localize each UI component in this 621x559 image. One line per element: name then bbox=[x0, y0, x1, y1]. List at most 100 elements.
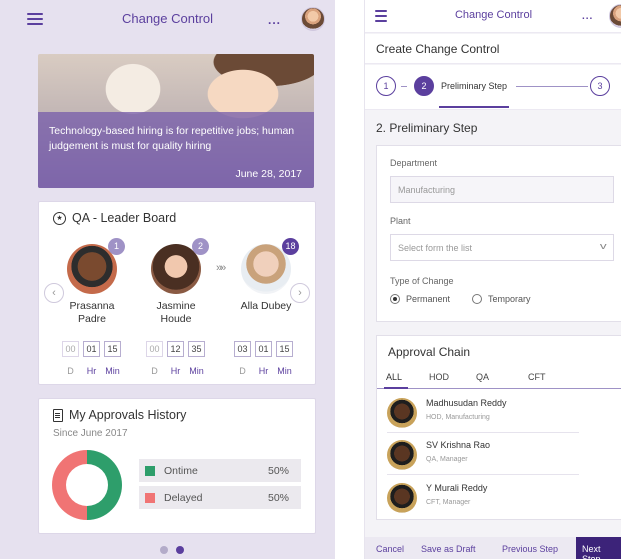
legend-value: 50% bbox=[267, 491, 289, 504]
plant-label: Plant bbox=[390, 216, 411, 226]
step-2[interactable]: 2 bbox=[414, 76, 434, 96]
approver-row[interactable]: Madhusudan Reddy HOD, Manufacturing bbox=[377, 391, 621, 435]
save-as-draft-button[interactable]: Save as Draft bbox=[421, 544, 476, 554]
step-2-label: Preliminary Step bbox=[441, 81, 508, 91]
tab-hod[interactable]: HOD bbox=[429, 372, 449, 382]
approver-role: HOD, Manufacturing bbox=[426, 414, 490, 421]
news-banner[interactable]: Technology-based hiring is for repetitiv… bbox=[38, 54, 314, 188]
approvals-title-text: My Approvals History bbox=[69, 408, 187, 422]
leader-photo: 1 bbox=[67, 238, 125, 294]
more-options-icon[interactable]: ... bbox=[582, 11, 593, 22]
tab-cft[interactable]: CFT bbox=[528, 372, 546, 382]
department-label: Department bbox=[390, 158, 438, 168]
double-chevron-icon: »» bbox=[216, 262, 226, 274]
approver-photo bbox=[387, 483, 417, 513]
step-1[interactable]: 1 bbox=[376, 76, 396, 96]
avatar[interactable] bbox=[609, 4, 621, 28]
tab-all[interactable]: ALL bbox=[386, 372, 402, 382]
legend-label: Delayed bbox=[164, 491, 203, 504]
approver-row[interactable]: Y Murali Reddy CFT, Manager bbox=[377, 476, 621, 520]
leader-card[interactable]: 18 Alla Dubey bbox=[226, 238, 306, 313]
step-connector bbox=[401, 86, 407, 87]
rank-badge: 18 bbox=[282, 238, 299, 255]
legend-ontime: Ontime 50% bbox=[139, 459, 301, 482]
radio-temporary-dot[interactable] bbox=[472, 294, 483, 304]
page-dot-active[interactable] bbox=[176, 546, 184, 554]
legend-value: 50% bbox=[267, 464, 289, 477]
approval-chain-title: Approval Chain bbox=[388, 345, 471, 359]
document-icon bbox=[53, 408, 63, 422]
timer-hours: 12 bbox=[167, 341, 184, 357]
approvals-title: My Approvals History bbox=[53, 408, 186, 422]
timer-minutes: 35 bbox=[188, 341, 205, 357]
more-options-icon[interactable]: ... bbox=[268, 13, 281, 27]
page-dot[interactable] bbox=[160, 546, 168, 554]
leader-photo: 18 bbox=[241, 238, 299, 294]
step-3[interactable]: 3 bbox=[590, 76, 610, 96]
approval-chain-card: Approval Chain ALL HOD QA CFT Madhusudan… bbox=[376, 335, 621, 520]
timer-hours: 01 bbox=[255, 341, 272, 357]
rank-badge: 1 bbox=[108, 238, 125, 255]
next-arrow-button[interactable]: › bbox=[290, 283, 310, 303]
banner-caption: Technology-based hiring is for repetitiv… bbox=[49, 125, 295, 152]
timer-days: 03 bbox=[234, 341, 251, 357]
ontime-swatch bbox=[145, 465, 155, 476]
type-of-change-group: Permanent Temporary bbox=[390, 294, 531, 304]
app-header: Change Control ... bbox=[365, 0, 621, 33]
timer-minutes: 15 bbox=[276, 341, 293, 357]
leaderboard-screen: Change Control ... Technology-based hiri… bbox=[0, 0, 335, 559]
timer: 00 12 35 bbox=[146, 341, 205, 357]
approver-name: Madhusudan Reddy bbox=[426, 398, 507, 408]
leader-photo: 2 bbox=[151, 238, 209, 294]
leader-card[interactable]: 2 Jasmine Houde bbox=[136, 238, 216, 326]
leaderboard-card: ★ QA - Leader Board ‹ 1 Prasanna Padre 2… bbox=[38, 201, 316, 385]
timer-labels: D Hr Min bbox=[151, 366, 204, 376]
create-change-control-screen: Change Control ... Create Change Control… bbox=[364, 0, 621, 559]
approver-name: Y Murali Reddy bbox=[426, 483, 488, 493]
step-connector bbox=[516, 86, 588, 87]
active-tab-underline bbox=[384, 387, 408, 389]
timer-days: 00 bbox=[62, 341, 79, 357]
tab-qa[interactable]: QA bbox=[476, 372, 489, 382]
avatar[interactable] bbox=[301, 7, 325, 31]
radio-permanent[interactable]: Permanent bbox=[390, 294, 450, 304]
plant-select[interactable]: Select form the list v bbox=[390, 234, 614, 261]
department-field[interactable]: Manufacturing bbox=[390, 176, 614, 203]
timer-labels: D Hr Min bbox=[67, 366, 120, 376]
radio-permanent-dot[interactable] bbox=[390, 294, 400, 304]
delayed-swatch bbox=[145, 492, 155, 503]
active-step-underline bbox=[439, 106, 509, 108]
approvals-history-card[interactable]: My Approvals History Since June 2017 Ont… bbox=[38, 398, 316, 534]
timer-minutes: 15 bbox=[104, 341, 121, 357]
banner-date: June 28, 2017 bbox=[235, 168, 302, 180]
radio-permanent-label: Permanent bbox=[406, 294, 451, 304]
previous-step-button[interactable]: Previous Step bbox=[502, 544, 558, 554]
preliminary-form: Department Manufacturing Plant Select fo… bbox=[376, 145, 621, 322]
type-of-change-label: Type of Change bbox=[390, 276, 454, 286]
radio-temporary[interactable]: Temporary bbox=[472, 294, 531, 304]
page-indicator bbox=[160, 546, 184, 554]
approvals-since: Since June 2017 bbox=[53, 428, 128, 439]
approver-photo bbox=[387, 398, 417, 428]
leader-card[interactable]: 1 Prasanna Padre bbox=[52, 238, 132, 326]
approver-name: SV Krishna Rao bbox=[426, 440, 491, 450]
timer-labels: D Hr Min bbox=[239, 366, 292, 376]
legend-delayed: Delayed 50% bbox=[139, 486, 301, 509]
section-title: 2. Preliminary Step bbox=[376, 121, 478, 135]
legend-label: Ontime bbox=[164, 464, 198, 477]
page-title: Change Control bbox=[121, 11, 214, 26]
next-step-button[interactable]: Next Step bbox=[576, 537, 621, 559]
screen-subtitle: Create Change Control bbox=[365, 34, 621, 64]
leaderboard-title: ★ QA - Leader Board bbox=[53, 211, 176, 225]
leader-name: Jasmine Houde bbox=[156, 300, 196, 325]
approver-role: CFT, Manager bbox=[426, 499, 471, 506]
plant-select-placeholder: Select form the list bbox=[398, 243, 473, 253]
approver-photo bbox=[387, 440, 417, 470]
approver-row[interactable]: SV Krishna Rao QA, Manager bbox=[377, 433, 621, 477]
footer-action-bar: Cancel Save as Draft Previous Step Next … bbox=[365, 537, 621, 559]
step-indicator: 1 2 Preliminary Step 3 bbox=[365, 65, 621, 110]
divider bbox=[387, 474, 579, 475]
timer-days: 00 bbox=[146, 341, 163, 357]
cancel-button[interactable]: Cancel bbox=[376, 544, 404, 554]
chevron-down-icon: v bbox=[599, 241, 607, 251]
